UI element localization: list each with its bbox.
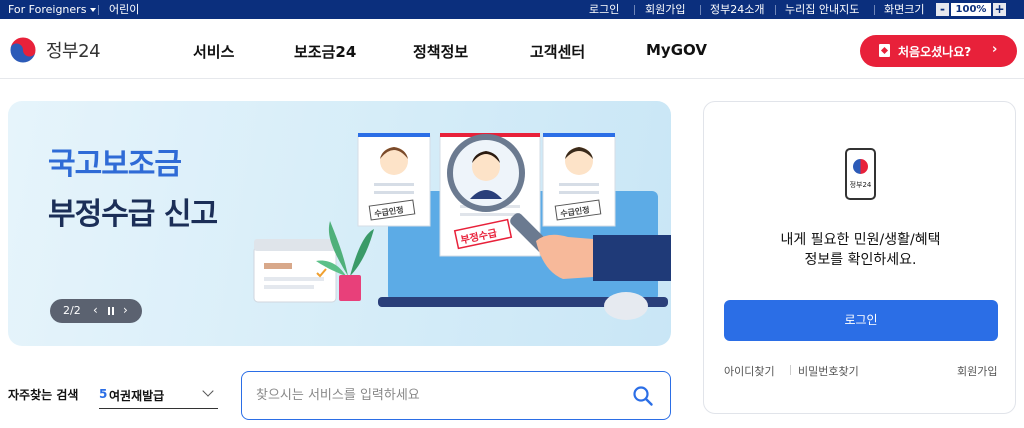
login-card: 정부24 내게 필요한 민원/생활/혜택 정보를 확인하세요. 로그인 아이디찾… (703, 101, 1016, 414)
mouse-illustration (604, 292, 648, 320)
find-id-link[interactable]: 아이디찾기 (724, 363, 775, 379)
signup-link[interactable]: 회원가입 (957, 363, 997, 379)
frequent-search-select[interactable]: 5 여권재발급 (99, 379, 218, 409)
mobile-gov24-icon: 정부24 (845, 148, 876, 200)
search-input[interactable] (256, 385, 616, 405)
nav-subsidy24[interactable]: 보조금24 (294, 41, 356, 62)
signup-link[interactable]: 회원가입 (645, 0, 685, 19)
login-message-line1: 내게 필요한 민원/생활/혜택 (780, 232, 941, 248)
logo-text: 정부24 (46, 41, 101, 62)
about-link[interactable]: 정부24소개 (710, 0, 764, 19)
divider (700, 5, 701, 15)
frequent-search-label: 자주찾는 검색 (8, 388, 79, 402)
login-button[interactable]: 로그인 (724, 300, 998, 341)
for-foreigners-menu[interactable]: For Foreigners (8, 0, 97, 19)
slide-pager: 2/2 ‹ › (50, 299, 142, 323)
taeguk-logo-icon (9, 36, 37, 64)
slide-counter: 2/2 (63, 304, 81, 317)
divider (634, 5, 635, 15)
zoom-level: 100% (951, 3, 991, 16)
search-icon[interactable] (632, 385, 654, 407)
for-foreigners-label: For Foreigners (8, 3, 87, 16)
promo-banner[interactable]: 국고보조금 부정수급 신고 수급인정 수급인정 부정수급 2/2 ‹ › (8, 101, 671, 346)
screen-size-label: 화면크기 (884, 3, 925, 16)
divider (790, 365, 791, 375)
nav-customer-center[interactable]: 고객센터 (530, 41, 585, 62)
frequent-search-rank: 5 (99, 387, 108, 401)
pause-button[interactable] (108, 307, 114, 315)
divider (775, 5, 776, 15)
zoom-out-button[interactable]: - (936, 3, 949, 16)
site-logo[interactable]: 정부24 (8, 35, 101, 65)
login-message: 내게 필요한 민원/생활/혜택 정보를 확인하세요. (704, 230, 1017, 270)
first-visit-button[interactable]: 처음오셨나요? › (860, 35, 1017, 67)
divider (874, 5, 875, 15)
find-password-link[interactable]: 비밀번호찾기 (798, 363, 859, 379)
kids-link[interactable]: 어린이 (109, 0, 139, 19)
next-slide-button[interactable]: › (123, 303, 128, 317)
nav-policy-info[interactable]: 정책정보 (413, 41, 468, 62)
nav-mygov[interactable]: MyGOV (646, 41, 707, 59)
hand-illustration (536, 234, 671, 281)
divider (98, 5, 99, 15)
main-header: 정부24 서비스 보조금24 정책정보 고객센터 MyGOV 처음오셨나요? › (0, 19, 1024, 79)
bookmark-icon (879, 44, 890, 57)
chevron-down-icon (202, 385, 214, 397)
taeguk-logo-icon (853, 159, 868, 174)
calendar-illustration (253, 239, 337, 303)
zoom-in-button[interactable]: + (993, 3, 1006, 16)
document-right-illustration: 수급인정 (542, 133, 616, 227)
document-left-illustration: 수급인정 (357, 133, 431, 227)
login-message-line2: 정보를 확인하세요. (804, 252, 917, 268)
utility-bar: For Foreigners 어린이 로그인 회원가입 정부24소개 누리집 안… (0, 0, 1024, 19)
nav-services[interactable]: 서비스 (193, 41, 234, 62)
phone-icon-label: 정부24 (849, 181, 872, 189)
frequent-search-term: 여권재발급 (109, 389, 165, 403)
caret-down-icon (90, 8, 97, 12)
sitemap-link[interactable]: 누리집 안내지도 (785, 0, 859, 19)
chevron-right-icon: › (992, 42, 998, 57)
prev-slide-button[interactable]: ‹ (93, 303, 98, 317)
login-link[interactable]: 로그인 (589, 0, 619, 19)
search-box (241, 371, 671, 420)
first-visit-label: 처음오셨나요? (898, 45, 972, 59)
